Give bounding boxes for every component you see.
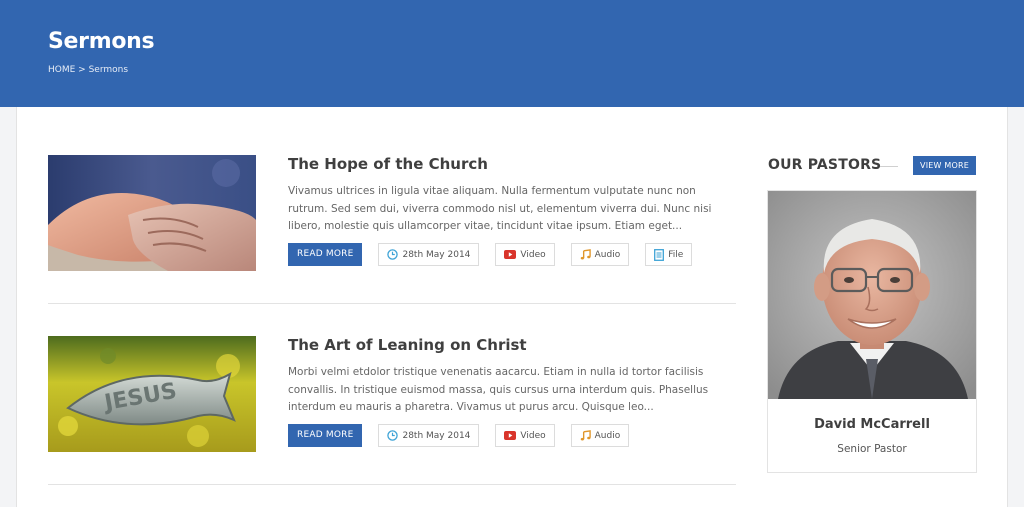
view-more-button[interactable]: VIEW MORE bbox=[913, 156, 976, 175]
youtube-play-icon bbox=[504, 431, 517, 440]
sermon-thumbnail-jesus-fish[interactable]: JESUS bbox=[48, 336, 256, 452]
sermon-title[interactable]: The Hope of the Church bbox=[288, 155, 488, 173]
pastors-heading: OUR PASTORS bbox=[768, 157, 882, 173]
sermon-excerpt: Vivamus ultrices in ligula vitae aliquam… bbox=[288, 185, 712, 232]
audio-link[interactable]: Audio bbox=[570, 243, 630, 266]
audio-label: Audio bbox=[594, 430, 621, 441]
sermon-date: 28th May 2014 bbox=[402, 430, 471, 441]
breadcrumb[interactable]: HOME > Sermons bbox=[48, 65, 128, 75]
page-header: Sermons HOME > Sermons bbox=[0, 0, 1024, 107]
music-note-icon bbox=[580, 430, 591, 441]
audio-link[interactable]: Audio bbox=[570, 424, 630, 447]
date-badge[interactable]: 28th May 2014 bbox=[378, 424, 480, 447]
video-label: Video bbox=[520, 430, 546, 441]
sermon-item: JESUS The Art of Leaning on Christ Morbi… bbox=[48, 336, 736, 452]
read-more-button[interactable]: READ MORE bbox=[288, 243, 363, 266]
pastor-role: Senior Pastor bbox=[837, 443, 907, 455]
video-link[interactable]: Video bbox=[495, 243, 555, 266]
pastor-card[interactable]: David McCarrell Senior Pastor bbox=[767, 190, 977, 473]
file-link[interactable]: File bbox=[645, 243, 693, 266]
video-link[interactable]: Video bbox=[495, 424, 555, 447]
date-badge[interactable]: 28th May 2014 bbox=[378, 243, 480, 266]
pastor-photo[interactable] bbox=[768, 191, 976, 399]
page-title: Sermons bbox=[48, 29, 155, 54]
document-icon bbox=[654, 248, 665, 261]
sermon-thumbnail-hands[interactable] bbox=[48, 155, 256, 271]
heading-divider bbox=[880, 166, 898, 167]
audio-label: Audio bbox=[594, 249, 621, 260]
sermon-actions: READ MORE 28th May 2014 Video Audio File bbox=[288, 243, 693, 266]
sermon-excerpt: Morbi velmi etdolor tristique venenatis … bbox=[288, 366, 709, 413]
pastor-name[interactable]: David McCarrell bbox=[768, 417, 976, 432]
sermon-item: The Hope of the Church Vivamus ultrices … bbox=[48, 155, 736, 271]
youtube-play-icon bbox=[504, 250, 517, 259]
divider bbox=[48, 303, 736, 304]
music-note-icon bbox=[580, 249, 591, 260]
sermon-actions: READ MORE 28th May 2014 Video Audio bbox=[288, 424, 630, 447]
sermon-title[interactable]: The Art of Leaning on Christ bbox=[288, 336, 527, 354]
file-label: File bbox=[668, 249, 684, 260]
read-more-button[interactable]: READ MORE bbox=[288, 424, 363, 447]
sermon-date: 28th May 2014 bbox=[402, 249, 471, 260]
clock-icon bbox=[387, 430, 399, 441]
clock-icon bbox=[387, 249, 399, 260]
divider bbox=[48, 484, 736, 485]
video-label: Video bbox=[520, 249, 546, 260]
